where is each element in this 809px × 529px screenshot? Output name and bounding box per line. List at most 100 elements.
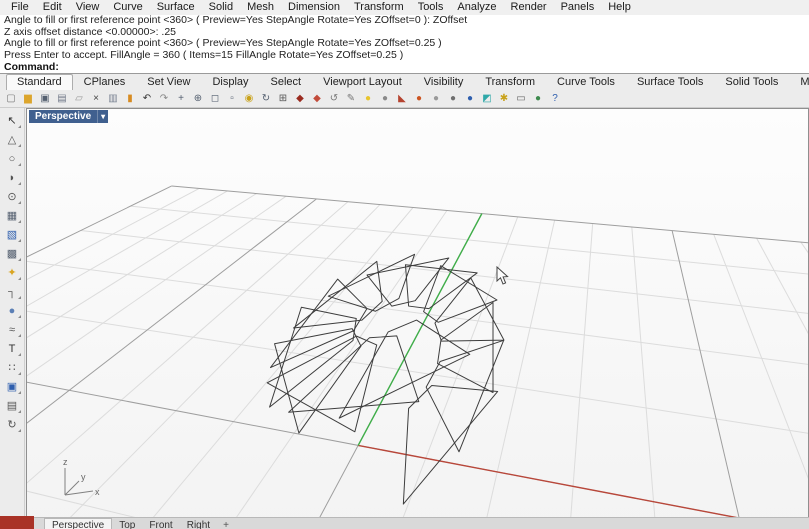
- toolbar-tab-solid-tools[interactable]: Solid Tools: [714, 75, 789, 90]
- help-icon[interactable]: ?: [547, 91, 563, 106]
- render-icon[interactable]: ●: [411, 91, 427, 106]
- toolbar-tab-cplanes[interactable]: CPlanes: [73, 75, 137, 90]
- cplane-axis-gizmo: z y x: [63, 457, 100, 497]
- lamp-icon[interactable]: ●: [360, 91, 376, 106]
- menu-render[interactable]: Render: [504, 0, 554, 15]
- zoom-window-icon[interactable]: ◻: [207, 91, 223, 106]
- polar-array-item[interactable]: [288, 335, 420, 413]
- menu-view[interactable]: View: [69, 0, 107, 15]
- set-view-icon[interactable]: ◆: [309, 91, 325, 106]
- viewport-tab-perspective[interactable]: Perspective: [44, 518, 113, 529]
- viewport-menu-arrow-icon[interactable]: ▾: [97, 110, 109, 123]
- array-icon[interactable]: ▤: [2, 397, 22, 415]
- viewport-title[interactable]: Perspective: [29, 110, 98, 123]
- annotate-pencil-icon[interactable]: ✎: [343, 91, 359, 106]
- viewport-tab-right[interactable]: Right: [180, 519, 217, 529]
- rotate-view-icon[interactable]: ↻: [258, 91, 274, 106]
- lock-icon[interactable]: ●: [377, 91, 393, 106]
- control-point-icon[interactable]: △: [2, 131, 22, 149]
- toolbar-tab-standard[interactable]: Standard: [6, 74, 73, 90]
- circle-icon[interactable]: ○: [2, 150, 22, 168]
- earth-icon[interactable]: ●: [530, 91, 546, 106]
- options-gears-icon[interactable]: ✱: [496, 91, 512, 106]
- zoom-extents-icon[interactable]: ▫: [224, 91, 240, 106]
- render-sphere-icon[interactable]: ●: [445, 91, 461, 106]
- menu-edit[interactable]: Edit: [36, 0, 69, 15]
- viewport-title-tab[interactable]: Perspective ▾: [29, 110, 109, 123]
- menu-transform[interactable]: Transform: [347, 0, 411, 15]
- material-editor-icon[interactable]: ◩: [479, 91, 495, 106]
- menu-panels[interactable]: Panels: [554, 0, 602, 15]
- toolbar-tab-mesh-tools[interactable]: Mesh Tools: [789, 75, 809, 90]
- viewport-tab-front[interactable]: Front: [142, 519, 179, 529]
- corner-red-block: [0, 516, 34, 529]
- zoom-dynamic-icon[interactable]: ⊕: [190, 91, 206, 106]
- select-arrow-icon[interactable]: ↖: [2, 112, 22, 130]
- paste-icon[interactable]: ▮: [122, 91, 138, 106]
- render-preview-icon[interactable]: ●: [428, 91, 444, 106]
- ellipse-icon[interactable]: ⊙: [2, 188, 22, 206]
- shaded-display-icon[interactable]: ◣: [394, 91, 410, 106]
- menu-file[interactable]: File: [4, 0, 36, 15]
- toolbar-tab-select[interactable]: Select: [260, 75, 313, 90]
- open-folder-icon[interactable]: ▆: [20, 91, 36, 106]
- menu-tools[interactable]: Tools: [411, 0, 451, 15]
- polar-array-item[interactable]: [269, 278, 368, 369]
- transform-icon[interactable]: ↻: [2, 416, 22, 434]
- polar-array-item[interactable]: [338, 319, 471, 419]
- menu-solid[interactable]: Solid: [202, 0, 240, 15]
- save-icon[interactable]: ▣: [37, 91, 53, 106]
- command-prompt[interactable]: Command:: [0, 61, 809, 74]
- menu-analyze[interactable]: Analyze: [450, 0, 503, 15]
- bounding-box-icon[interactable]: ▭: [513, 91, 529, 106]
- side-toolbar: ↖ △ ○ ◗ ⊙ ▦ ▧ ▩ ✦ ┐ ● ≈ T ∷ ▣ ▤ ↻: [0, 108, 25, 529]
- new-file-icon[interactable]: ▢: [3, 91, 19, 106]
- polar-array-item[interactable]: [434, 277, 505, 342]
- named-view-icon[interactable]: ◆: [292, 91, 308, 106]
- box-icon[interactable]: ▧: [2, 226, 22, 244]
- curve-tools-icon[interactable]: ≈: [2, 321, 22, 339]
- toolbar-tab-visibility[interactable]: Visibility: [413, 75, 475, 90]
- copy-icon[interactable]: ▥: [105, 91, 121, 106]
- toolbar-tab-curve-tools[interactable]: Curve Tools: [546, 75, 626, 90]
- toolbar-tab-display[interactable]: Display: [201, 75, 259, 90]
- delete-icon[interactable]: ×: [88, 91, 104, 106]
- zoom-selected-icon[interactable]: ◉: [241, 91, 257, 106]
- viewport-layout-icon[interactable]: ⊞: [275, 91, 291, 106]
- polar-array-item[interactable]: [437, 301, 494, 394]
- toolbar-tab-viewport-layout[interactable]: Viewport Layout: [312, 75, 413, 90]
- environment-icon[interactable]: ●: [462, 91, 478, 106]
- undo-icon[interactable]: ↶: [139, 91, 155, 106]
- polar-array-item[interactable]: [402, 384, 499, 505]
- menu-curve[interactable]: Curve: [106, 0, 149, 15]
- boolean-icon[interactable]: ✦: [2, 264, 22, 282]
- menu-surface[interactable]: Surface: [150, 0, 202, 15]
- toolbar-tab-surface-tools[interactable]: Surface Tools: [626, 75, 714, 90]
- viewport-tab-bar: Perspective Top Front Right +: [0, 517, 809, 529]
- perspective-viewport[interactable]: Perspective ▾ z y x: [26, 108, 809, 529]
- group-icon[interactable]: ∷: [2, 359, 22, 377]
- menu-mesh[interactable]: Mesh: [240, 0, 281, 15]
- redo-icon[interactable]: ↷: [156, 91, 172, 106]
- text-icon[interactable]: T: [2, 340, 22, 358]
- menu-help[interactable]: Help: [601, 0, 638, 15]
- fillet-icon[interactable]: ┐: [2, 283, 22, 301]
- export-doc-icon[interactable]: ▱: [71, 91, 87, 106]
- viewport-canvas[interactable]: [27, 109, 808, 528]
- menu-dimension[interactable]: Dimension: [281, 0, 347, 15]
- cylinder-icon[interactable]: ▩: [2, 245, 22, 263]
- viewport-tab-top[interactable]: Top: [112, 519, 142, 529]
- polar-array-item[interactable]: [293, 260, 383, 329]
- solid-tools-icon[interactable]: ▣: [2, 378, 22, 396]
- pan-view-icon[interactable]: +: [173, 91, 189, 106]
- command-history-line: Angle to fill or first reference point <…: [4, 15, 468, 26]
- toolbar-tab-transform[interactable]: Transform: [474, 75, 546, 90]
- arc-icon[interactable]: ◗: [2, 169, 22, 187]
- sphere-icon[interactable]: ●: [2, 302, 22, 320]
- command-history: Angle to fill or first reference point <…: [0, 15, 809, 61]
- new-viewport-icon[interactable]: +: [217, 519, 235, 529]
- toolbar-tab-set-view[interactable]: Set View: [136, 75, 201, 90]
- print-icon[interactable]: ▤: [54, 91, 70, 106]
- undo-view-icon[interactable]: ↺: [326, 91, 342, 106]
- surface-icon[interactable]: ▦: [2, 207, 22, 225]
